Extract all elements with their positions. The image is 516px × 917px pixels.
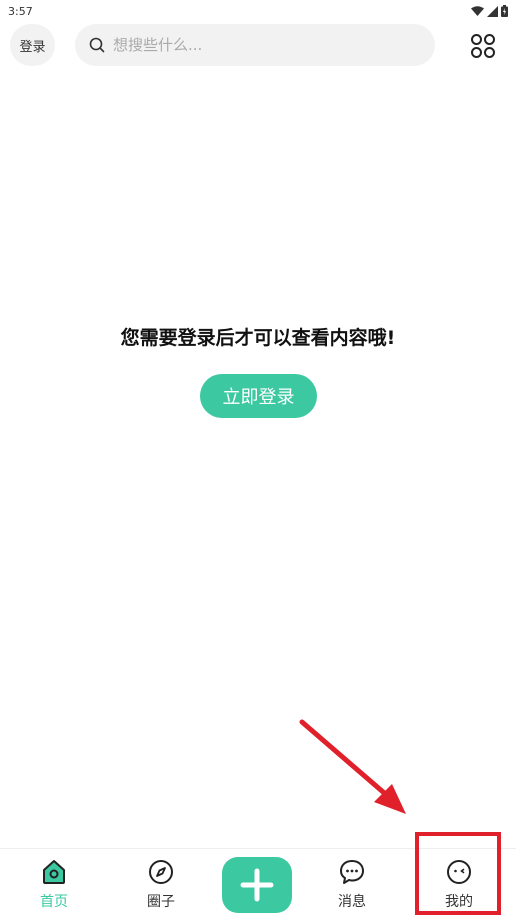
- apps-grid-button[interactable]: [468, 31, 498, 61]
- app-screen: 3:57 登录 您需要登录后才可以查看内容哦!: [0, 0, 516, 917]
- chat-icon: [337, 857, 367, 887]
- search-bar[interactable]: [75, 24, 435, 66]
- search-input[interactable]: [113, 36, 413, 54]
- battery-icon: [501, 5, 508, 17]
- create-post-button[interactable]: [222, 857, 292, 913]
- nav-item-me[interactable]: 我的: [424, 857, 494, 915]
- nav-label-home: 首页: [40, 894, 68, 910]
- status-time: 3:57: [8, 4, 33, 18]
- plus-icon: [240, 868, 274, 902]
- wifi-icon: [471, 5, 484, 16]
- signal-icon: [487, 5, 498, 17]
- login-required-message: 您需要登录后才可以查看内容哦!: [120, 327, 396, 349]
- nav-label-messages: 消息: [338, 894, 366, 910]
- compass-icon: [146, 857, 176, 887]
- nav-item-messages[interactable]: 消息: [317, 857, 387, 915]
- nav-item-circle[interactable]: 圈子: [126, 857, 196, 915]
- nav-label-circle: 圈子: [147, 894, 175, 910]
- login-now-button[interactable]: 立即登录: [200, 374, 317, 418]
- search-icon: [89, 37, 105, 53]
- home-icon: [39, 857, 69, 887]
- status-bar: 3:57: [0, 0, 516, 22]
- login-chip-label: 登录: [19, 39, 46, 55]
- top-header: 登录: [0, 22, 516, 68]
- nav-label-me: 我的: [445, 894, 473, 910]
- profile-icon: [444, 857, 474, 887]
- login-chip-button[interactable]: 登录: [10, 24, 55, 66]
- nav-item-home[interactable]: 首页: [19, 857, 89, 915]
- apps-grid-icon: [471, 34, 495, 58]
- status-icons: [471, 5, 508, 17]
- bottom-navigation: 首页 圈子 消息 我的: [0, 848, 516, 917]
- annotation-arrow: [299, 719, 406, 814]
